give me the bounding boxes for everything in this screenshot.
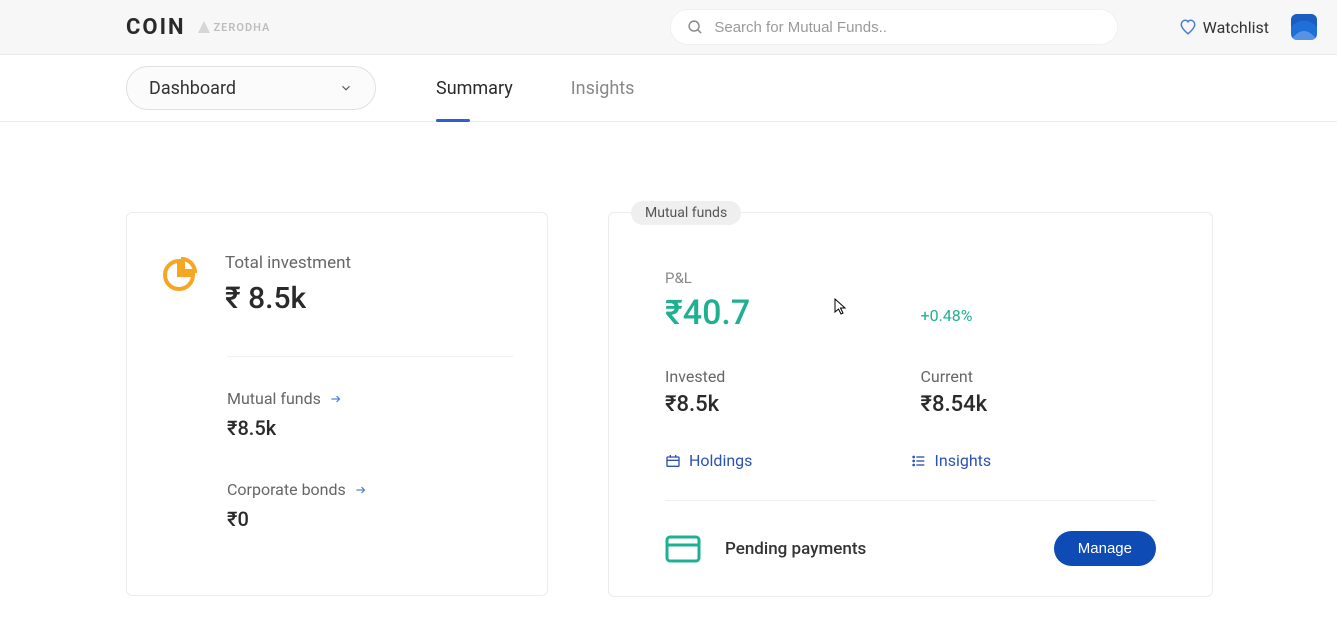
- zerodha-brand: ZERODHA: [198, 21, 271, 34]
- dashboard-dropdown[interactable]: Dashboard: [126, 66, 376, 110]
- holdings-icon: [665, 453, 681, 469]
- pie-chart-icon: [161, 257, 197, 293]
- current-value: ₹8.54k: [921, 392, 1157, 417]
- avatar-icon: [1291, 14, 1317, 40]
- chevron-down-icon: [339, 81, 353, 95]
- divider: [665, 500, 1156, 501]
- corporate-bonds-label: Corporate bonds: [227, 480, 346, 499]
- zerodha-label: ZERODHA: [214, 21, 271, 34]
- arrow-right-icon: [354, 483, 368, 497]
- manage-button[interactable]: Manage: [1054, 531, 1156, 566]
- corporate-bonds-link[interactable]: Corporate bonds: [227, 480, 513, 499]
- search-icon: [687, 19, 704, 36]
- total-investment-label: Total investment: [225, 253, 351, 273]
- total-investment-value: ₹ 8.5k: [225, 281, 351, 316]
- holdings-link[interactable]: Holdings: [665, 451, 911, 470]
- invested-label: Invested: [665, 367, 901, 386]
- mutual-funds-label: Mutual funds: [227, 389, 321, 408]
- heart-icon: [1179, 18, 1197, 36]
- holdings-link-label: Holdings: [689, 451, 752, 470]
- corporate-bonds-value: ₹0: [227, 507, 513, 531]
- search-input[interactable]: [714, 19, 1101, 36]
- watchlist-label: Watchlist: [1203, 18, 1269, 37]
- avatar[interactable]: [1291, 14, 1317, 40]
- current-label: Current: [921, 367, 1157, 386]
- insights-link[interactable]: Insights: [911, 451, 1157, 470]
- search-box[interactable]: [670, 9, 1118, 45]
- dashboard-label: Dashboard: [149, 78, 236, 99]
- total-investment-card: Total investment ₹ 8.5k Mutual funds ₹8.…: [126, 212, 548, 596]
- mutual-funds-card: Mutual funds P&L ₹40.7 +0.48% Invested ₹…: [608, 212, 1213, 597]
- pnl-value: ₹40.7: [665, 293, 901, 333]
- pnl-percent: +0.48%: [921, 306, 1157, 333]
- invested-value: ₹8.5k: [665, 392, 901, 417]
- zerodha-icon: [198, 21, 210, 33]
- tab-summary[interactable]: Summary: [436, 55, 513, 121]
- list-icon: [911, 453, 927, 469]
- divider: [227, 356, 513, 357]
- pending-payments-label: Pending payments: [725, 539, 866, 559]
- coin-logo[interactable]: COIN: [126, 15, 186, 40]
- watchlist-link[interactable]: Watchlist: [1179, 18, 1269, 37]
- mutual-funds-value: ₹8.5k: [227, 416, 513, 440]
- tab-insights[interactable]: Insights: [571, 55, 635, 121]
- arrow-right-icon: [329, 392, 343, 406]
- pnl-label: P&L: [665, 269, 901, 287]
- credit-card-icon: [665, 535, 701, 563]
- insights-link-label: Insights: [935, 451, 992, 470]
- mutual-funds-link[interactable]: Mutual funds: [227, 389, 513, 408]
- mutual-funds-badge: Mutual funds: [631, 201, 741, 225]
